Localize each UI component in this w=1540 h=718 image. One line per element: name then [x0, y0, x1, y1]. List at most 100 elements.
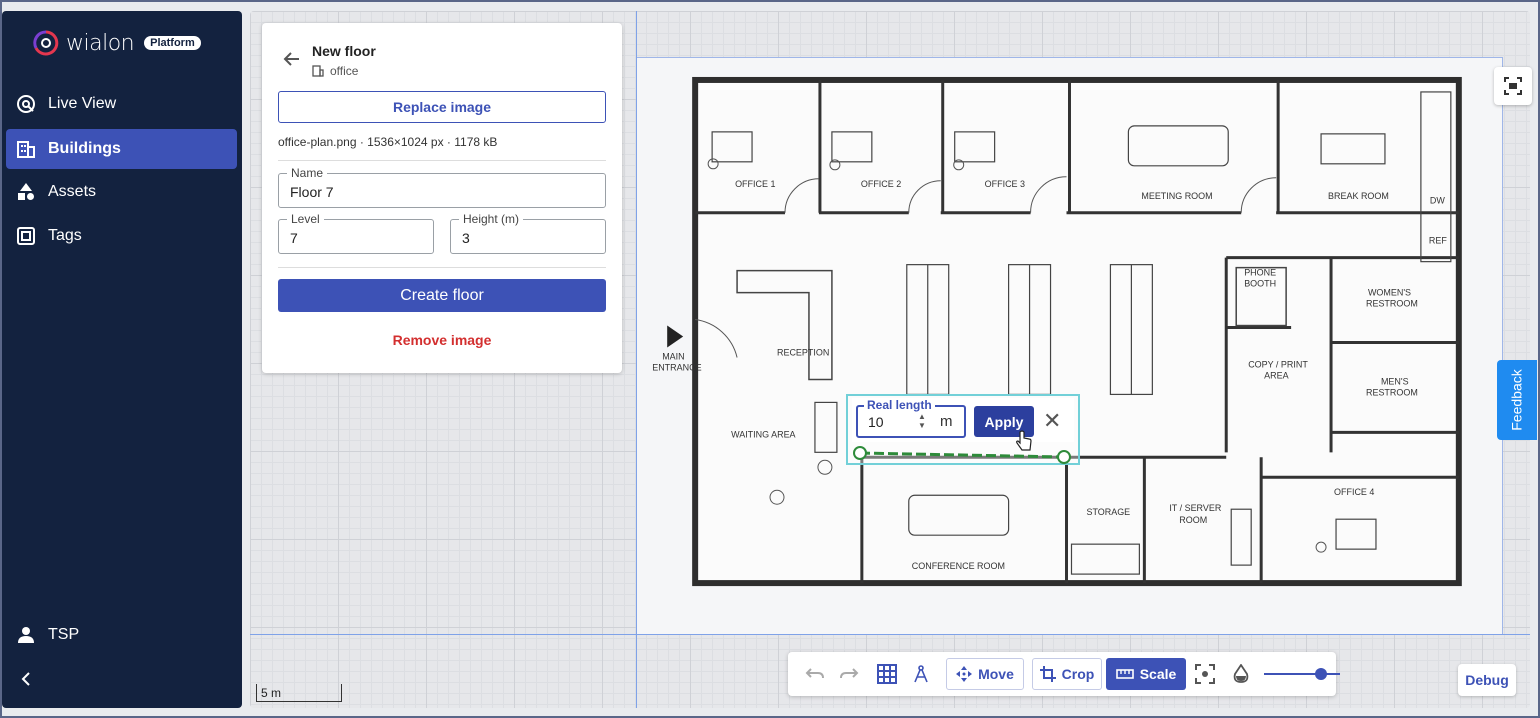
user-menu[interactable]: TSP: [6, 615, 237, 655]
focus-button[interactable]: [1192, 658, 1218, 690]
real-length-unit: m: [940, 413, 953, 430]
room-label: WAITING AREA: [731, 429, 795, 439]
compass-icon: [914, 665, 928, 683]
room-label: MEN'S: [1381, 376, 1409, 386]
map-scale-bar: 5 m: [256, 684, 342, 702]
name-field-value: Floor 7: [290, 184, 334, 200]
sidebar-item-assets[interactable]: Assets: [6, 172, 237, 212]
remove-image-button[interactable]: Remove image: [278, 328, 606, 352]
building-icon: [312, 65, 324, 77]
room-label: BOOTH: [1244, 279, 1276, 289]
real-length-value: 10: [868, 414, 884, 430]
height-field-value: 3: [462, 230, 470, 246]
crop-label: Crop: [1061, 666, 1095, 682]
undo-icon: [805, 668, 824, 679]
create-floor-button[interactable]: Create floor: [278, 279, 606, 312]
live-view-icon: [16, 94, 36, 114]
file-info: office-plan.png · 1536×1024 px · 1178 kB: [278, 135, 498, 149]
collapse-sidebar-button[interactable]: [6, 659, 237, 699]
hand-cursor-icon: [1016, 430, 1032, 451]
room-label: OFFICE 2: [861, 179, 901, 189]
undo-button[interactable]: [802, 658, 828, 690]
room-label: PHONE: [1244, 268, 1276, 278]
crop-button[interactable]: Crop: [1032, 658, 1102, 690]
sidebar-item-label: Live View: [48, 95, 117, 112]
user-icon: [16, 625, 36, 645]
grid-icon: [877, 664, 897, 684]
divider: [278, 160, 606, 161]
editor-toolbar: Move Crop Scale: [788, 652, 1340, 696]
sidebar-item-buildings[interactable]: Buildings: [6, 129, 237, 169]
room-label: ROOM: [1179, 515, 1207, 525]
focus-icon: [1195, 664, 1215, 684]
sidebar: wialon Platform Live View Buildings Asse…: [2, 11, 242, 708]
scale-measure-line[interactable]: [846, 442, 1086, 468]
move-button[interactable]: Move: [946, 658, 1024, 690]
opacity-button[interactable]: [1228, 658, 1254, 690]
room-label: RECEPTION: [777, 347, 829, 357]
opacity-slider-thumb[interactable]: [1315, 668, 1327, 680]
panel-title: New floor: [312, 43, 376, 59]
scale-button[interactable]: Scale: [1106, 658, 1186, 690]
level-field-value: 7: [290, 230, 298, 246]
logo-text: wialon: [66, 30, 135, 56]
building-name: office: [312, 64, 358, 78]
room-label: STORAGE: [1086, 507, 1130, 517]
chevron-left-icon: [16, 669, 36, 689]
assets-icon: [16, 182, 36, 202]
fullscreen-icon: [1504, 77, 1522, 95]
sidebar-item-live-view[interactable]: Live View: [6, 84, 237, 124]
buildings-icon: [16, 139, 36, 159]
grid-toggle-button[interactable]: [874, 658, 900, 690]
name-field[interactable]: Name Floor 7: [278, 166, 606, 208]
fit-to-screen-button[interactable]: [1494, 67, 1532, 105]
floor-plan-image[interactable]: OFFICE 1 OFFICE 2 OFFICE 3 MEETING ROOM …: [637, 57, 1503, 634]
redo-button[interactable]: [836, 658, 862, 690]
room-label: RESTROOM: [1366, 387, 1418, 397]
move-label: Move: [978, 666, 1014, 682]
room-label: BREAK ROOM: [1328, 191, 1389, 201]
sidebar-item-label: Buildings: [48, 140, 121, 157]
measure-tool-button[interactable]: [908, 658, 934, 690]
room-label: DW: [1430, 196, 1445, 206]
real-length-label: Real length: [864, 398, 935, 412]
room-label: CONFERENCE ROOM: [912, 561, 1005, 571]
close-icon[interactable]: ✕: [1043, 410, 1061, 432]
new-floor-panel: New floor office Replace image office-pl…: [262, 23, 622, 373]
move-icon: [956, 666, 973, 682]
building-label: office: [330, 64, 359, 78]
room-label: REF: [1429, 236, 1447, 246]
crop-icon: [1039, 666, 1056, 682]
feedback-tab[interactable]: Feedback: [1497, 360, 1537, 440]
room-label: ENTRANCE: [652, 362, 701, 372]
redo-icon: [840, 668, 859, 679]
feedback-label: Feedback: [1509, 369, 1526, 431]
level-field-label: Level: [287, 212, 324, 226]
room-label: AREA: [1264, 370, 1288, 380]
replace-image-button[interactable]: Replace image: [278, 91, 606, 123]
debug-button[interactable]: Debug: [1458, 664, 1516, 696]
sidebar-item-label: Tags: [48, 227, 82, 244]
room-label: COPY / PRINT: [1248, 359, 1308, 369]
room-label: OFFICE 4: [1334, 487, 1374, 497]
height-field[interactable]: Height (m) 3: [450, 212, 606, 254]
room-label: MEETING ROOM: [1141, 191, 1212, 201]
floor-plan-drawing: OFFICE 1 OFFICE 2 OFFICE 3 MEETING ROOM …: [652, 76, 1462, 587]
room-label: MAIN: [662, 351, 684, 361]
opacity-icon: [1233, 664, 1249, 683]
ruler-icon: [1115, 669, 1134, 679]
user-label: TSP: [48, 626, 80, 643]
divider: [278, 267, 606, 268]
room-label: WOMEN'S: [1368, 288, 1411, 298]
height-field-label: Height (m): [459, 212, 524, 226]
opacity-slider-track[interactable]: [1264, 673, 1340, 675]
level-field[interactable]: Level 7: [278, 212, 434, 254]
room-label: IT / SERVER: [1169, 503, 1222, 513]
back-button[interactable]: [282, 49, 304, 71]
logo-badge: Platform: [144, 36, 201, 50]
sidebar-item-tags[interactable]: Tags: [6, 216, 237, 256]
sidebar-item-label: Assets: [48, 183, 97, 200]
stepper-icon[interactable]: ▲ ▼: [918, 412, 926, 430]
room-label: OFFICE 1: [735, 179, 775, 189]
tags-icon: [16, 226, 36, 246]
